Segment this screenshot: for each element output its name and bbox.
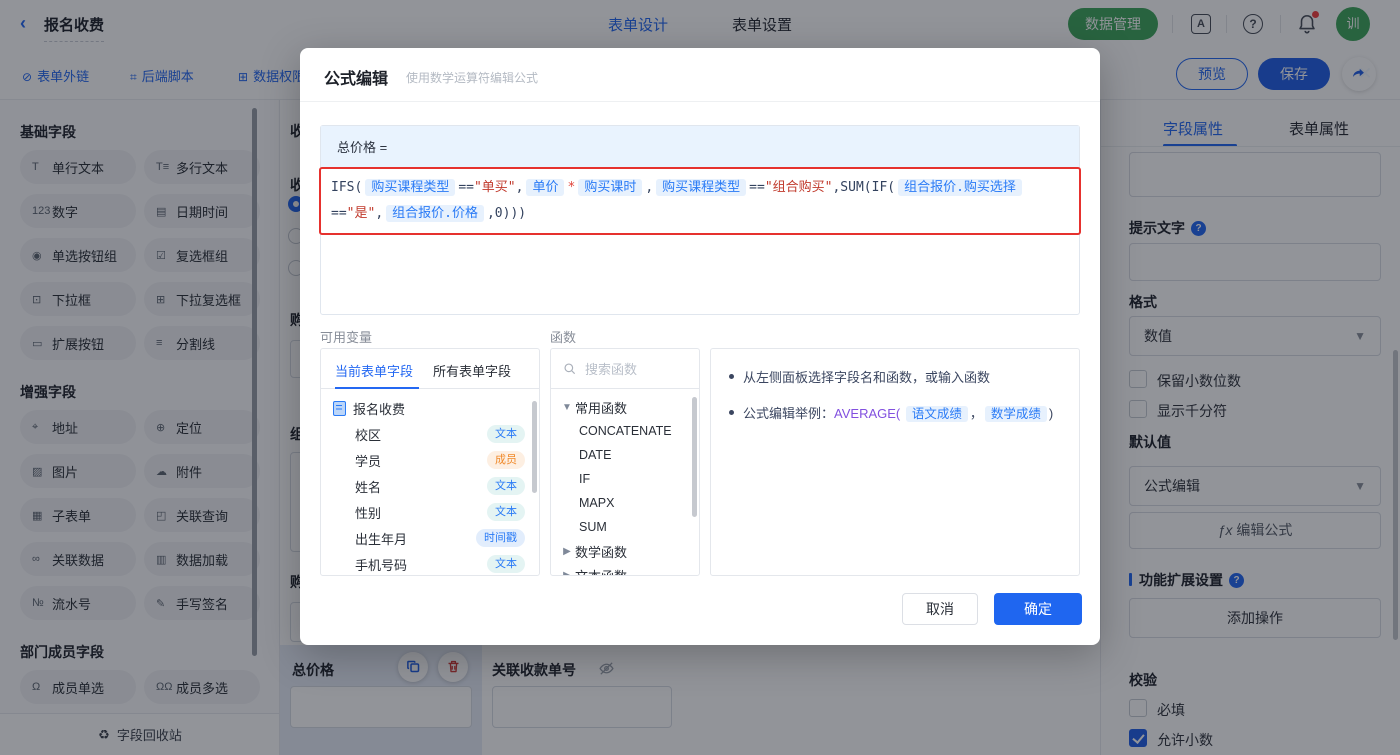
close-icon[interactable]: ✕ <box>1358 64 1372 84</box>
formula-token: "组合购买" <box>764 180 833 195</box>
var-name: 姓名 <box>355 479 382 495</box>
variables-label: 可用变量 <box>320 330 373 345</box>
formula-field-token: 组合报价.价格 <box>386 205 484 222</box>
var-name: 性别 <box>355 505 382 521</box>
variables-scrollbar[interactable] <box>532 401 537 493</box>
var-name: 出生年月 <box>355 531 408 547</box>
formula-token: "单买" <box>473 180 516 195</box>
tab-current-form-fields[interactable]: 当前表单字段 <box>335 361 413 380</box>
var-row-手机号码[interactable]: 手机号码 文本 <box>321 551 539 575</box>
function-group-label: 文本函数 <box>575 568 628 576</box>
formula-token: "是" <box>346 206 376 221</box>
function-search[interactable]: 搜索函数 <box>551 349 699 389</box>
function-item-SUM[interactable]: SUM <box>551 515 699 539</box>
example-function: AVERAGE( <box>834 406 901 421</box>
search-placeholder: 搜索函数 <box>585 362 638 377</box>
tip-line-2: 公式编辑举例：AVERAGE( 语文成绩，数学成绩) <box>729 403 1061 425</box>
formula-token: IFS( <box>331 180 363 195</box>
chevron-right-icon: ▶ <box>563 545 571 557</box>
function-item-DATE[interactable]: DATE <box>551 443 699 467</box>
var-row-校区[interactable]: 校区 文本 <box>321 421 539 447</box>
function-group-label: 数学函数 <box>575 544 628 560</box>
variables-panel: 当前表单字段 所有表单字段 报名收费 校区 文本 学员 成员 姓名 文本 性别 文本 出生年月时… <box>320 348 540 576</box>
var-row-姓名[interactable]: 姓名 文本 <box>321 473 539 499</box>
modal-title: 公式编辑 <box>324 71 389 88</box>
formula-token: ,SUM(IF( <box>832 180 896 195</box>
var-rows: 校区 文本 学员 成员 姓名 文本 性别 文本 出生年月 时间戳 手机号码 文本 <box>321 421 539 575</box>
example-field-token: 语文成绩 <box>905 406 968 422</box>
chevron-down-icon: ▼ <box>562 401 572 413</box>
formula-editor-modal: 公式编辑 使用数学运算符编辑公式 ✕ 总价格 = IFS(购买课程类型 =="单买… <box>300 48 1372 645</box>
var-row-性别[interactable]: 性别 文本 <box>321 499 539 525</box>
var-type-badge: 文本 <box>487 503 525 521</box>
active-tab-underline <box>335 387 419 389</box>
var-type-badge: 成员 <box>487 451 525 469</box>
formula-editor[interactable]: 总价格 = IFS(购买课程类型 =="单买", 单价 * 购买课时, 购买课程类型 =="… <box>319 125 1081 315</box>
formula-token: , <box>375 206 384 221</box>
formula-field-token: 购买课程类型 <box>365 179 456 196</box>
formula-field-token: 购买课时 <box>578 179 643 196</box>
function-group-常用函数[interactable]: ▼ 常用函数 <box>551 395 699 419</box>
search-icon <box>564 362 576 374</box>
var-type-badge: 文本 <box>487 555 525 573</box>
formula-field-token: 组合报价.购买选择 <box>898 179 1022 196</box>
formula-target: 总价格 = <box>321 126 1079 169</box>
variables-tabs: 当前表单字段 所有表单字段 <box>321 349 539 389</box>
functions-label: 函数 <box>550 330 577 345</box>
function-item-CONCATENATE[interactable]: CONCATENATE <box>551 419 699 443</box>
modal-header: 公式编辑 使用数学运算符编辑公式 <box>300 48 1100 102</box>
tab-all-form-fields[interactable]: 所有表单字段 <box>433 361 511 380</box>
var-row-学员[interactable]: 学员 成员 <box>321 447 539 473</box>
formula-token: == <box>458 180 474 195</box>
var-type-badge: 时间戳 <box>476 529 525 547</box>
formula-token: , <box>515 180 524 195</box>
formula-field-token: 购买课程类型 <box>656 179 747 196</box>
function-list: ▼ 常用函数 CONCATENATE DATE IF MAPX SUM ▶ 数学函数 ▶ 文本函数 <box>551 389 699 576</box>
var-type-badge: 文本 <box>487 425 525 443</box>
formula-highlight-box[interactable]: IFS(购买课程类型 =="单买", 单价 * 购买课时, 购买课程类型 =="组合购买",… <box>319 167 1081 235</box>
form-doc-icon <box>333 400 346 416</box>
tip-line-1: 从左侧面板选择字段名和函数，或输入函数 <box>729 367 1061 389</box>
formula-token: * <box>567 180 576 195</box>
var-tree-root[interactable]: 报名收费 <box>321 395 539 421</box>
chevron-right-icon: ▶ <box>563 569 571 576</box>
var-name: 校区 <box>355 427 382 443</box>
formula-field-token: 单价 <box>526 179 565 196</box>
modal-subtitle: 使用数学运算符编辑公式 <box>406 71 539 85</box>
formula-token: == <box>749 180 765 195</box>
function-item-IF[interactable]: IF <box>551 467 699 491</box>
confirm-button[interactable]: 确定 <box>994 593 1082 625</box>
functions-scrollbar[interactable] <box>692 397 697 517</box>
formula-token: == <box>331 206 347 221</box>
var-row-出生年月[interactable]: 出生年月 时间戳 <box>321 525 539 551</box>
functions-panel: 搜索函数 ▼ 常用函数 CONCATENATE DATE IF MAPX SUM ▶ 数学函数 ▶… <box>550 348 700 576</box>
example-field-token: 数学成绩 <box>984 406 1047 422</box>
tips-panel: 从左侧面板选择字段名和函数，或输入函数 公式编辑举例：AVERAGE( 语文成绩… <box>710 348 1080 576</box>
formula-token: , <box>645 180 654 195</box>
function-group-label: 常用函数 <box>575 400 628 416</box>
var-name: 手机号码 <box>355 557 408 573</box>
function-group-文本函数[interactable]: ▶ 文本函数 <box>551 563 699 576</box>
var-name: 学员 <box>355 453 382 469</box>
var-type-badge: 文本 <box>487 477 525 495</box>
function-group-数学函数[interactable]: ▶ 数学函数 <box>551 539 699 563</box>
formula-token: ,0))) <box>486 206 527 221</box>
cancel-button[interactable]: 取消 <box>902 593 978 625</box>
function-item-MAPX[interactable]: MAPX <box>551 491 699 515</box>
